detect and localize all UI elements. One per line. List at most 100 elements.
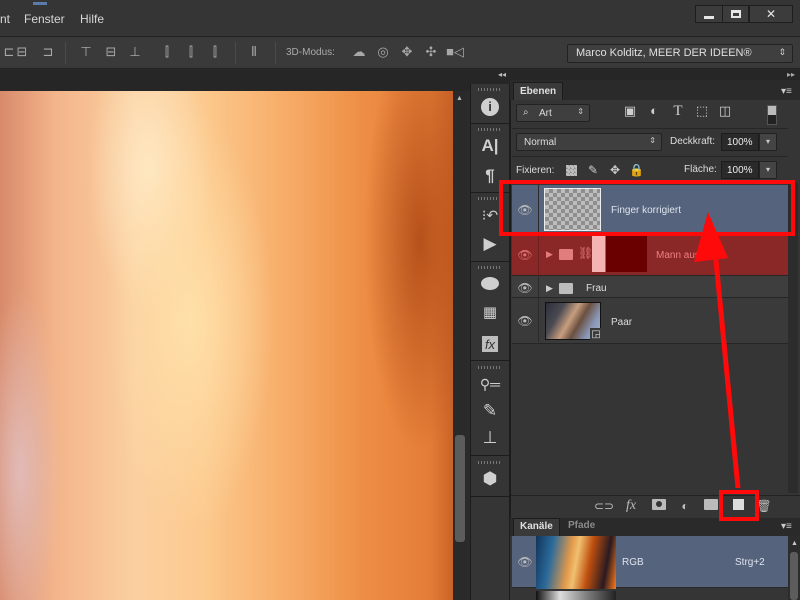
collapse-icon: ◂◂ [497,70,506,79]
adjustment-layer-icon[interactable]: ◐ [676,498,694,514]
dock-collapse-button[interactable]: ◂◂ [470,70,510,84]
mask-link-icon[interactable]: ⛓ [578,246,593,260]
dock-group-grip[interactable] [478,366,500,369]
maximize-button[interactable] [722,5,749,23]
distribute-right-icon[interactable]: ⫿ [206,44,224,60]
dock-group-grip[interactable] [478,197,500,200]
smart-object-badge-icon: ◲ [590,328,602,341]
swatches-icon[interactable]: ▦ [478,302,502,324]
group-mask-thumbnail[interactable] [592,236,647,272]
dock-group-grip[interactable] [478,88,500,91]
3d-icon[interactable]: ⬢ [478,468,502,490]
fx-icon[interactable]: fx [622,498,640,514]
menu-hilfe[interactable]: Hilfe [80,12,104,26]
menu-item-fragment[interactable]: nt [0,12,10,26]
styles-icon[interactable]: fx [478,334,502,356]
dock-separator [471,496,509,497]
expand-panels-icon[interactable]: ▸▸ [787,70,795,79]
arrow-shaft [711,239,741,489]
tab-pfade[interactable]: Pfade [562,518,601,536]
visibility-eye-icon[interactable]: 👁 [512,314,538,328]
expand-triangle-icon[interactable]: ▶ [546,283,553,294]
opacity-dropdown-button[interactable]: ▾ [759,133,777,151]
fill-dropdown-button[interactable]: ▾ [759,161,777,179]
dock-group-grip[interactable] [478,461,500,464]
tab-kanaele[interactable]: Kanäle [513,518,560,536]
visibility-eye-icon[interactable]: 👁 [512,555,538,569]
channel-name[interactable]: RGB [622,557,644,568]
panel-menu-icon[interactable]: ▾≡ [781,86,792,97]
auto-align-icon[interactable]: ⫴ [245,44,263,60]
minimize-icon [704,15,714,19]
visibility-eye-icon[interactable]: 👁 [512,248,538,262]
document-canvas[interactable] [0,91,453,600]
actions-icon[interactable]: ▶ [478,233,502,255]
image-filter-icon[interactable]: ▣ [622,103,638,119]
dock-group-grip[interactable] [478,266,500,269]
distribute-horizontal-center-icon[interactable]: ⫿ [182,44,200,60]
brushes-icon[interactable]: ✎ [478,400,502,422]
annotation-arrow [694,212,741,489]
type-filter-icon[interactable]: T [670,103,686,119]
workspace-select[interactable]: Marco Kolditz, MEER DER IDEEN® ⇕ [567,44,793,63]
close-button[interactable]: ✕ [749,5,793,23]
menu-bar [0,0,800,36]
character-icon[interactable]: A| [478,135,502,157]
menu-fenster[interactable]: Fenster [24,12,65,26]
dock-separator [471,360,509,361]
align-horizontal-center-icon[interactable]: ⊟ [13,44,31,60]
distribute-left-icon[interactable]: ⫿ [158,44,176,60]
updown-arrow-icon: ⇕ [778,47,786,57]
layer-name[interactable]: Frau [586,283,607,294]
channel-shortcut: Strg+2 [735,557,765,568]
clone-source-icon[interactable]: ⊥ [478,427,502,449]
opacity-label: Deckkraft: [670,136,716,147]
scroll-up-arrow-icon[interactable]: ▲ [791,540,798,547]
blend-mode-select[interactable]: Normal ⇕ [516,133,662,151]
brush-presets-icon[interactable]: ⚲═ [478,373,502,395]
lock-pixels-icon[interactable]: ✎ [586,163,600,177]
visibility-eye-icon[interactable]: 👁 [512,281,538,295]
filter-kind-select[interactable]: ⌕ Art ⇕ [516,104,590,122]
align-right-edge-icon[interactable]: ⊐ [39,44,57,60]
link-layers-icon[interactable]: ⊂⊃ [594,498,614,514]
panel-menu-icon[interactable]: ▾≡ [781,521,792,532]
separator [275,42,276,64]
shape-filter-icon[interactable]: ⬚ [694,103,710,119]
divider [538,236,539,276]
canvas-scrollbar-thumb[interactable] [455,435,465,542]
drag-3d-icon[interactable]: ✥ [398,44,416,60]
adjustment-filter-icon[interactable]: ◐ [646,103,662,119]
divider [512,128,788,129]
separator [235,42,236,64]
divider [512,156,788,157]
dock-group-grip[interactable] [478,128,500,131]
new-group-icon[interactable] [702,498,720,514]
roll-3d-icon[interactable]: ◎ [374,44,392,60]
smart-object-filter-icon[interactable]: ◫ [717,103,733,119]
align-bottom-icon[interactable]: ⊥ [126,44,144,60]
channels-scrollbar-thumb[interactable] [790,552,798,600]
folder-icon [559,249,573,260]
lock-position-icon[interactable]: ✥ [608,163,622,177]
align-top-icon[interactable]: ⊤ [77,44,95,60]
app-logo-fragment [33,2,47,5]
lock-transparency-icon[interactable] [566,165,577,176]
align-vertical-center-icon[interactable]: ⊟ [102,44,120,60]
rotate-3d-icon[interactable]: ☁ [350,44,368,60]
layer-name[interactable]: Paar [611,317,632,328]
opacity-input[interactable]: 100% [721,133,759,151]
slide-3d-icon[interactable]: ✣ [422,44,440,60]
tab-ebenen[interactable]: Ebenen [513,82,564,100]
lock-all-icon[interactable]: 🔒 [629,163,644,177]
filter-toggle-switch[interactable] [767,105,777,125]
scroll-up-arrow-icon[interactable]: ▲ [456,95,463,102]
document-tab-bar [0,70,470,91]
expand-triangle-icon[interactable]: ▶ [546,249,553,260]
minimize-button[interactable] [695,5,723,23]
add-mask-icon[interactable] [650,498,668,514]
fill-input[interactable]: 100% [721,161,759,179]
scale-3d-icon[interactable]: ■◁ [446,44,464,60]
color-palette-icon[interactable] [478,274,502,296]
info-icon[interactable]: i [478,95,502,117]
